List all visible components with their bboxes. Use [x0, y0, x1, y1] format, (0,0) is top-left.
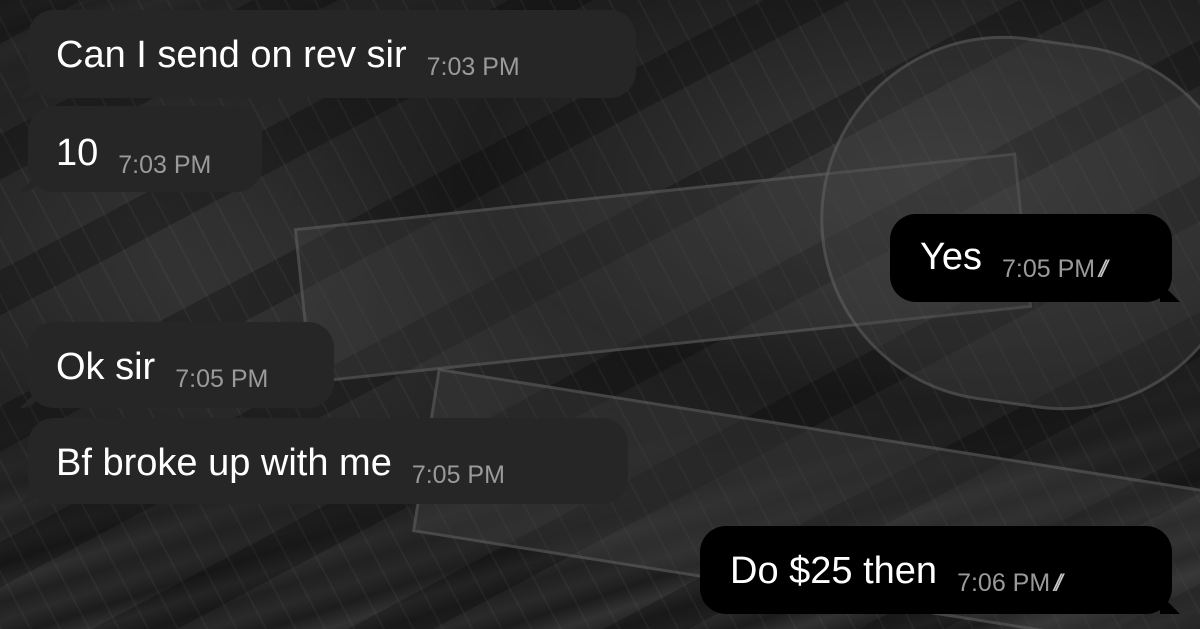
message-bubble-outgoing[interactable]: Do $25 then 7:06 PM // — [700, 526, 1180, 614]
double-check-icon: // — [1101, 256, 1110, 284]
message-text: Ok sir — [56, 346, 156, 388]
message-text: Yes — [920, 236, 982, 278]
message-timestamp: 7:05 PM — [411, 461, 505, 489]
message-timestamp: 7:05 PM — [1002, 255, 1096, 283]
message-timestamp: 7:05 PM — [175, 365, 269, 393]
message-text: Bf broke up with me — [56, 442, 392, 484]
message-text: 10 — [56, 132, 99, 174]
message-text: Do $25 then — [730, 550, 938, 592]
bubble-tail — [20, 78, 40, 98]
message-bubble-outgoing[interactable]: Yes 7:05 PM // — [890, 214, 1180, 302]
message-bubble-incoming[interactable]: Can I send on rev sir 7:03 PM — [20, 10, 636, 98]
bubble-tail — [20, 388, 40, 408]
double-check-icon: // — [1056, 570, 1065, 598]
message-bubble-incoming[interactable]: Ok sir 7:05 PM — [20, 322, 334, 408]
message-timestamp: 7:06 PM — [957, 569, 1051, 597]
bubble-tail — [20, 484, 40, 504]
message-bubble-incoming[interactable]: Bf broke up with me 7:05 PM — [20, 418, 628, 504]
message-timestamp: 7:03 PM — [118, 151, 212, 179]
message-timestamp: 7:03 PM — [426, 53, 520, 81]
chat-view[interactable]: Can I send on rev sir 7:03 PM 10 7:03 PM… — [0, 0, 1200, 629]
message-text: Can I send on rev sir — [56, 34, 407, 76]
message-bubble-incoming[interactable]: 10 7:03 PM — [20, 106, 262, 192]
bubble-tail — [20, 172, 40, 192]
